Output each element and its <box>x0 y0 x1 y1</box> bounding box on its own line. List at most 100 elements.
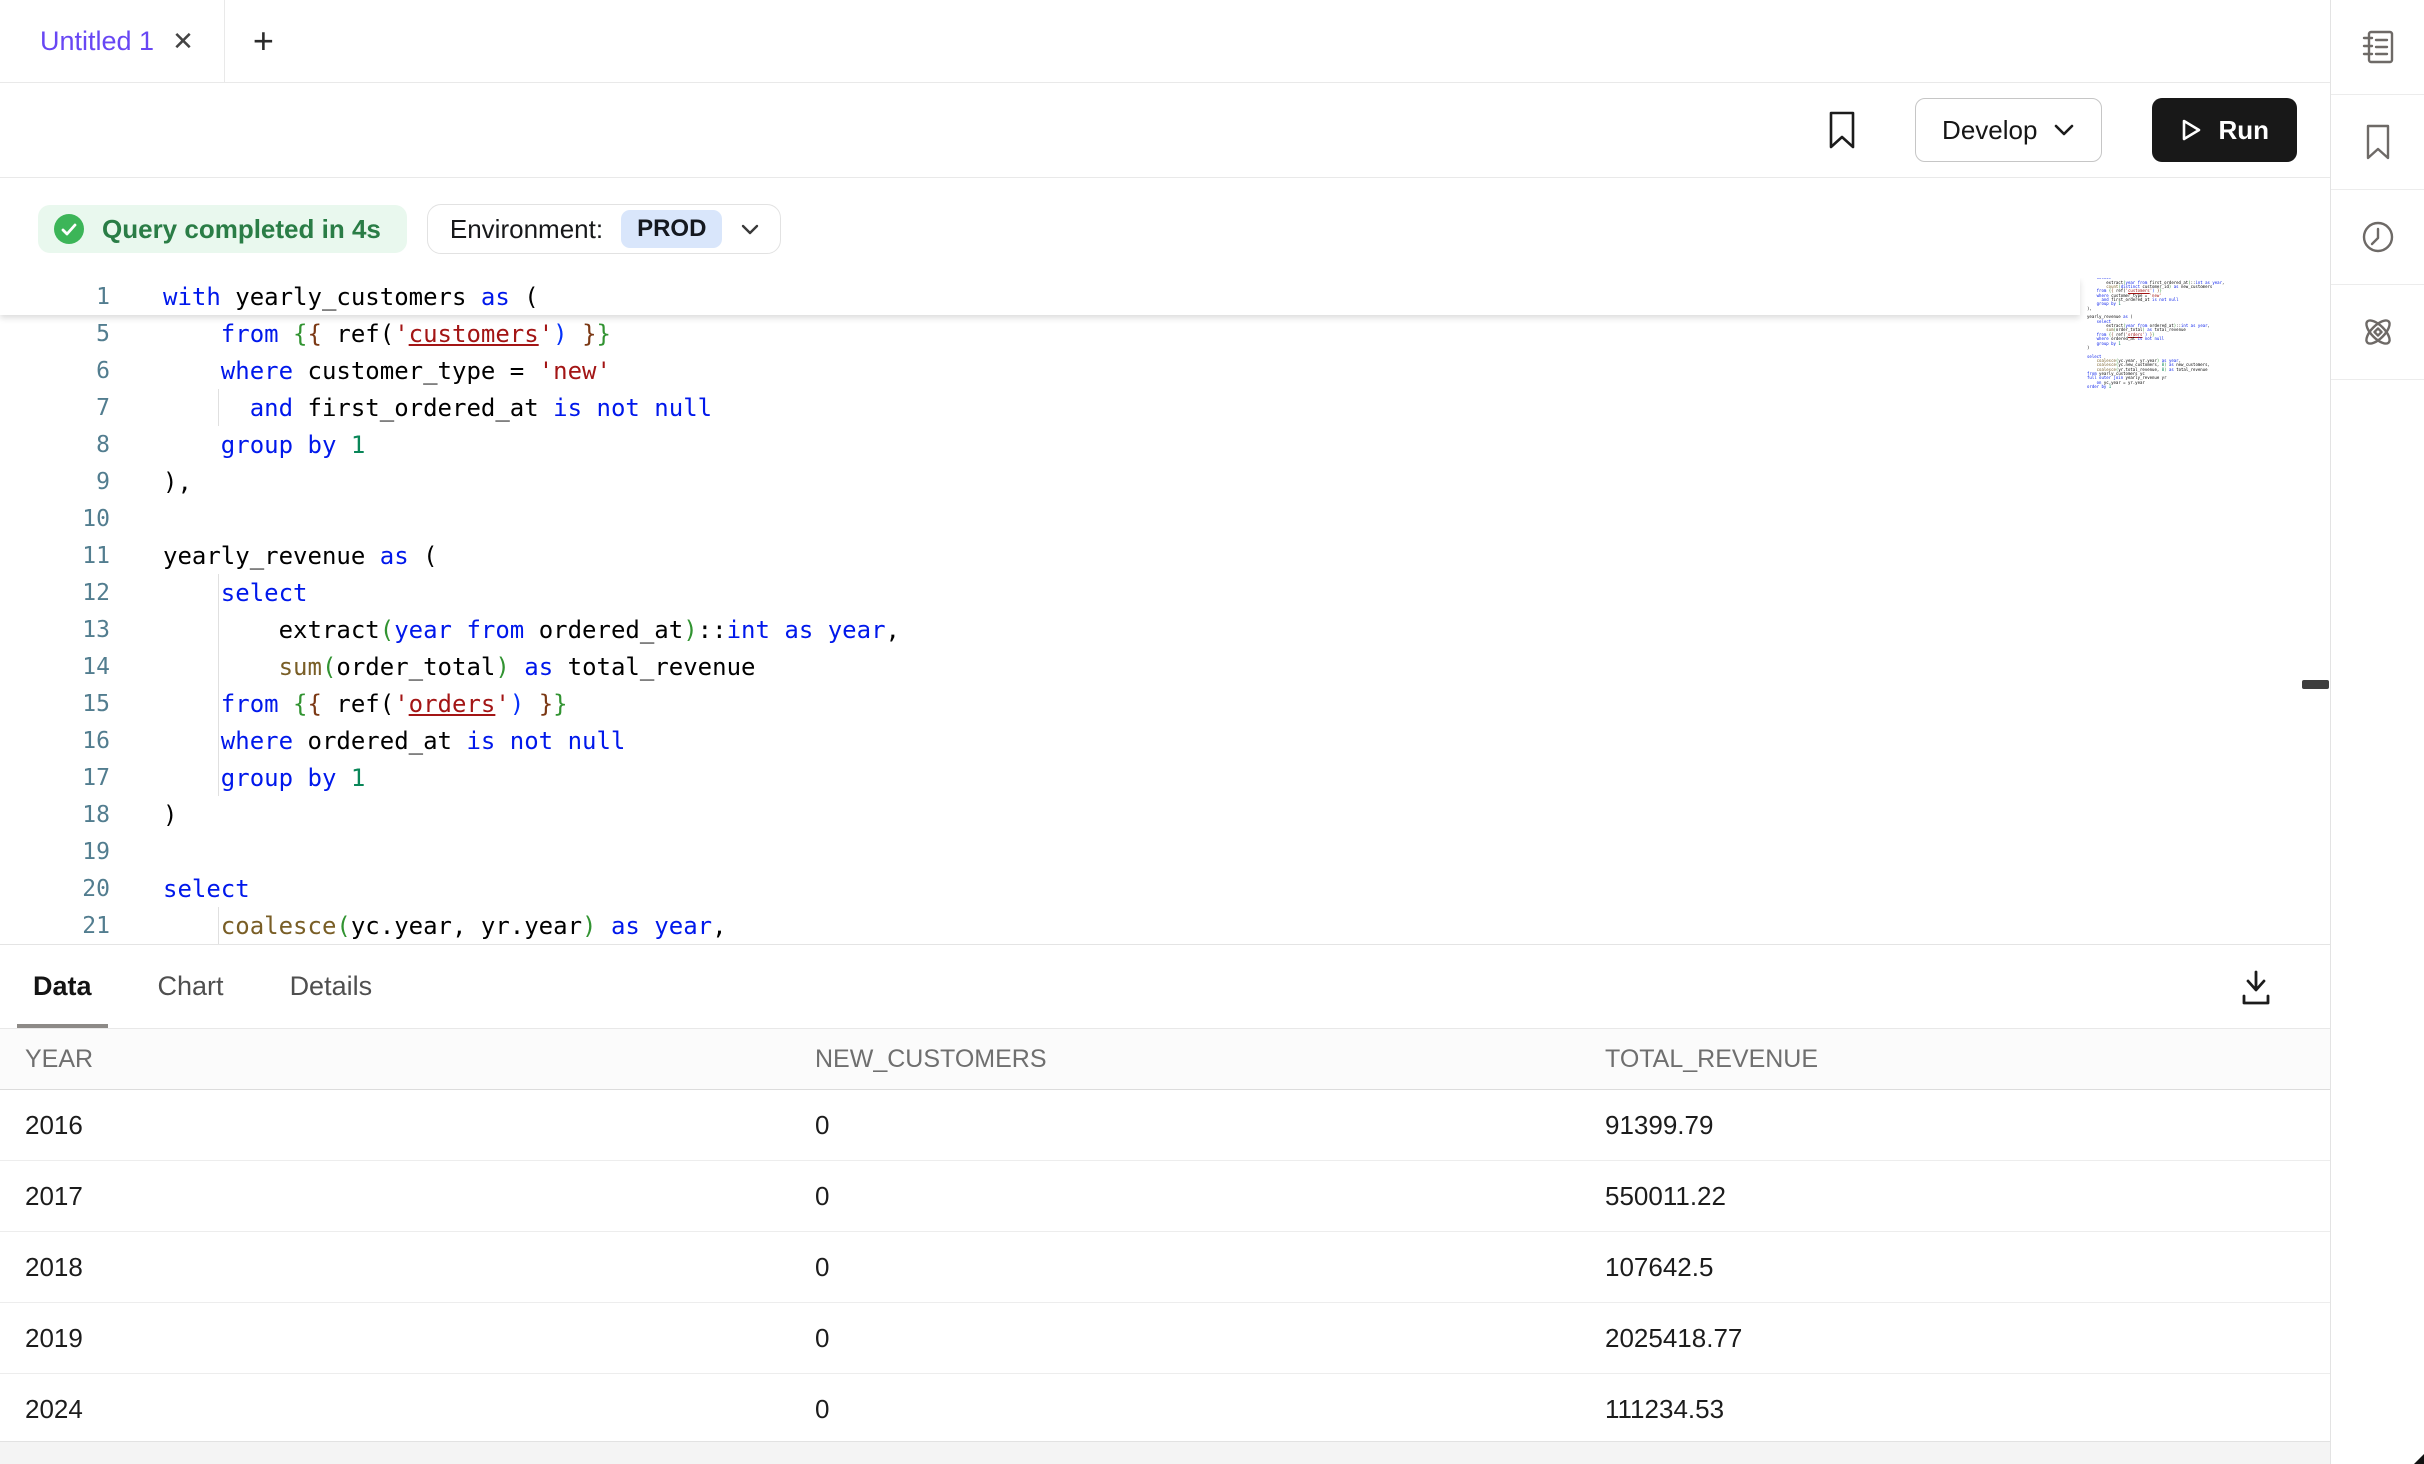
column-header: TOTAL_REVENUE <box>1580 1029 2330 1090</box>
column-header: NEW_CUSTOMERS <box>790 1029 1580 1090</box>
code-line: 21 coalesce(yc.year, yr.year) as year, <box>0 907 2330 944</box>
code-text: where customer_type = 'new' <box>110 357 611 385</box>
code-line: 9), <box>0 463 2330 500</box>
code-text: ) <box>110 801 177 829</box>
sql-editor[interactable]: 5 from {{ ref('customers') }}6 where cus… <box>0 278 2330 945</box>
new-tab-button[interactable]: + <box>225 23 302 59</box>
code-token <box>640 912 654 940</box>
code-token <box>336 431 350 459</box>
horizontal-scrollbar-track[interactable] <box>0 1441 2330 1464</box>
line-number: 9 <box>0 469 110 495</box>
code-line: 6 where customer_type = 'new' <box>0 352 2330 389</box>
code-token <box>279 690 293 718</box>
code-token: group by <box>2097 341 2116 346</box>
code-token: ) <box>163 801 177 829</box>
editor-scroll-handle[interactable] <box>2302 680 2329 689</box>
code-token <box>510 653 524 681</box>
code-token: is not null <box>2138 336 2165 341</box>
code-token: year <box>2198 323 2208 328</box>
code-text: where ordered_at is not null <box>110 727 625 755</box>
table-row: 20180107642.5 <box>0 1232 2330 1303</box>
run-button[interactable]: Run <box>2152 98 2297 162</box>
sidebar-item-explore[interactable] <box>2331 285 2424 380</box>
code-token: ) <box>553 320 567 348</box>
line-number: 20 <box>0 876 110 902</box>
code-text: group by 1 <box>110 764 365 792</box>
tab-untitled-1[interactable]: Untitled 1 ✕ <box>0 0 224 82</box>
sidebar-item-bookmarks[interactable] <box>2331 95 2424 190</box>
code-token: group by <box>221 764 337 792</box>
success-check-icon <box>54 214 84 244</box>
code-token: from <box>466 616 524 644</box>
code-token <box>163 764 221 792</box>
code-token <box>568 320 582 348</box>
code-token <box>163 357 221 385</box>
table-cell: 2025418.77 <box>1580 1303 2330 1374</box>
code-text: from {{ ref('customers') }} <box>110 320 611 348</box>
code-line: 10 <box>0 500 2330 537</box>
code-token <box>524 690 538 718</box>
resize-corner-grip[interactable] <box>2414 1454 2424 1464</box>
code-token: ) <box>582 912 596 940</box>
code-text: select <box>110 579 308 607</box>
code-text: ), <box>110 468 192 496</box>
environment-value-badge: PROD <box>621 210 722 248</box>
sidebar-item-history[interactable] <box>2331 190 2424 285</box>
code-token <box>596 912 610 940</box>
results-table: YEARNEW_CUSTOMERSTOTAL_REVENUE 201609139… <box>0 1029 2330 1445</box>
code-line: 5 from {{ ref('customers') }} <box>0 315 2330 352</box>
code-token: select <box>221 579 308 607</box>
results-panel: Data Chart Details YEARNEW_CUSTOMERSTOTAL_… <box>0 944 2330 1464</box>
notebook-icon <box>2359 27 2397 67</box>
code-token: ( <box>322 653 336 681</box>
code-token: } <box>582 320 596 348</box>
code-token: is not null <box>553 394 712 422</box>
code-token: yearly_revenue <box>163 542 380 570</box>
code-line: 1with yearly_customers as ( <box>0 278 2080 315</box>
code-token: is not null <box>466 727 625 755</box>
code-line: 17 group by 1 <box>0 759 2330 796</box>
code-token: ( <box>2128 314 2133 319</box>
download-button[interactable] <box>2232 967 2280 1012</box>
results-tab-details[interactable]: Details <box>290 971 373 1028</box>
table-row: 20170550011.22 <box>0 1161 2330 1232</box>
play-icon <box>2180 118 2202 142</box>
code-token: year <box>394 616 452 644</box>
code-token: and <box>250 394 293 422</box>
code-token: , <box>2208 323 2210 328</box>
code-token <box>163 394 250 422</box>
code-text: and first_ordered_at is not null <box>110 394 712 422</box>
close-icon[interactable]: ✕ <box>172 28 194 54</box>
code-token: ( <box>409 542 438 570</box>
code-token: total_revenue <box>2174 367 2208 372</box>
code-token: 1 <box>2109 384 2111 389</box>
code-token: sum <box>279 653 322 681</box>
code-token: order by <box>2087 384 2106 389</box>
bookmark-button[interactable] <box>1819 108 1865 152</box>
code-token: ( <box>336 912 350 940</box>
develop-button[interactable]: Develop <box>1915 98 2102 162</box>
environment-label: Environment: <box>450 214 603 245</box>
code-token: year <box>828 616 886 644</box>
table-cell: 91399.79 <box>1580 1090 2330 1161</box>
line-number: 6 <box>0 358 110 384</box>
code-token <box>163 727 221 755</box>
code-token: select <box>163 875 250 903</box>
editor-lines: 5 from {{ ref('customers') }}6 where cus… <box>0 315 2330 945</box>
code-line: 12 select <box>0 574 2330 611</box>
results-tab-chart[interactable]: Chart <box>158 971 224 1028</box>
code-token: } <box>597 320 611 348</box>
sidebar-item-notebook[interactable] <box>2331 0 2424 95</box>
code-token: year <box>2212 280 2222 285</box>
download-icon <box>2238 968 2274 1008</box>
code-token: coalesce <box>221 912 337 940</box>
environment-selector[interactable]: Environment: PROD <box>427 204 782 254</box>
results-tab-data[interactable]: Data <box>33 971 92 1028</box>
code-text: group by 1 <box>110 431 365 459</box>
code-token: ' <box>394 320 408 348</box>
code-token: ) <box>495 653 509 681</box>
editor-sticky-line: 1with yearly_customers as ( <box>0 278 2080 315</box>
code-line: 15 from {{ ref('orders') }} <box>0 685 2330 722</box>
editor-minimap[interactable]: with yearly_customers as ( select extrac… <box>2087 278 2237 396</box>
code-token: ref( <box>322 320 394 348</box>
